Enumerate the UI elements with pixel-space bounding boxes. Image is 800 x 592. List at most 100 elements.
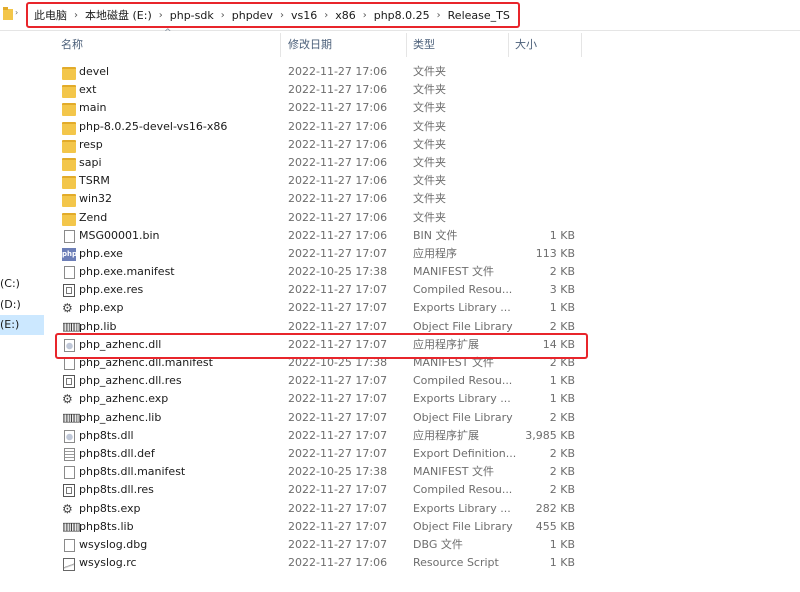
file-name: devel [79, 65, 110, 78]
breadcrumb-separator-icon[interactable]: › [324, 10, 328, 21]
breadcrumb-separator-icon[interactable]: › [363, 10, 367, 21]
file-row[interactable]: php-8.0.25-devel-vs16-x86 2022-11-27 17:0… [55, 118, 595, 136]
address-bar[interactable]: › 此电脑 › 本地磁盘 (E:) › php-sdk › phpdev › vs16 › x86 ›… [0, 0, 800, 31]
file-date: 2022-11-27 17:06 [288, 83, 388, 97]
column-header-name[interactable]: 名称 [61, 33, 83, 57]
image-file-icon [63, 558, 75, 572]
file-row[interactable]: ▥▥ php8ts.lib 2022-11-27 17:07 Object File … [55, 518, 595, 536]
file-size: 2 KB [549, 410, 575, 424]
file-row[interactable]: php8ts.dll.manifest 2022-10-25 17:38 MANIF… [55, 463, 595, 481]
exp-file-icon: ⚙ [62, 501, 73, 516]
file-date: 2022-10-25 17:38 [288, 265, 388, 279]
file-row[interactable]: php php.exe 2022-11-27 17:07 应用程序 113 KB [55, 245, 595, 263]
breadcrumb-separator-icon[interactable]: › [221, 10, 225, 21]
nav-item-drive[interactable]: (D:) [0, 295, 44, 315]
file-row[interactable]: php.exe.manifest 2022-10-25 17:38 MANIFEST… [55, 263, 595, 281]
breadcrumb-item[interactable]: 此电脑 [34, 7, 67, 23]
column-divider[interactable] [581, 33, 582, 57]
file-date: 2022-11-27 17:07 [288, 428, 388, 442]
breadcrumb-item[interactable]: phpdev [232, 9, 273, 22]
file-row[interactable]: php_azhenc.dll.res 2022-11-27 17:07 Compil… [55, 372, 595, 390]
breadcrumb-separator-icon[interactable]: › [280, 10, 284, 21]
file-name: php8ts.dll [79, 428, 134, 442]
file-row[interactable]: wsyslog.dbg 2022-11-27 17:07 DBG 文件 1 KB [55, 536, 595, 554]
file-row[interactable]: sapi 2022-11-27 17:06 文件夹 [55, 154, 595, 172]
file-name: win32 [79, 192, 113, 206]
file-type: 应用程序 [413, 246, 457, 260]
file-row[interactable]: main 2022-11-27 17:06 文件夹 [55, 99, 595, 117]
folder-icon [62, 194, 76, 208]
file-row[interactable]: php8ts.dll 2022-11-27 17:07 应用程序扩展 3,985 KB [55, 427, 595, 445]
file-row[interactable]: devel 2022-11-27 17:06 文件夹 [55, 63, 595, 81]
file-size: 113 KB [535, 246, 575, 260]
file-name: sapi [79, 155, 102, 169]
file-list: devel 2022-11-27 17:06 文件夹 ext 2022-11-27 17… [55, 63, 595, 572]
column-divider[interactable] [508, 33, 509, 57]
file-size: 3 KB [549, 283, 575, 297]
file-date: 2022-11-27 17:06 [288, 174, 388, 188]
lib-file-icon: ▥▥ [62, 519, 81, 533]
file-name: php8ts.dll.res [79, 483, 154, 497]
file-date: 2022-11-27 17:06 [288, 137, 388, 151]
file-row[interactable]: TSRM 2022-11-27 17:06 文件夹 [55, 172, 595, 190]
file-size: 3,985 KB [525, 428, 575, 442]
blank-file-icon [64, 538, 75, 552]
blank-file-icon [64, 466, 75, 480]
file-row[interactable]: wsyslog.rc 2022-11-27 17:06 Resource Scrip… [55, 554, 595, 572]
breadcrumb-item[interactable]: 本地磁盘 (E:) [85, 7, 152, 23]
breadcrumb-separator-icon[interactable]: › [437, 10, 441, 21]
file-size: 1 KB [549, 374, 575, 388]
file-size: 1 KB [549, 392, 575, 406]
file-row[interactable]: php8ts.dll.res 2022-11-27 17:07 Compiled R… [55, 481, 595, 499]
file-row[interactable]: MSG00001.bin 2022-11-27 17:06 BIN 文件 1 KB [55, 227, 595, 245]
file-type: BIN 文件 [413, 228, 458, 242]
breadcrumb-item[interactable]: vs16 [291, 9, 317, 22]
file-name: php_azhenc.dll.res [79, 374, 182, 388]
file-type: Object File Library [413, 519, 513, 533]
file-type: 文件夹 [413, 174, 446, 188]
file-row[interactable]: resp 2022-11-27 17:06 文件夹 [55, 136, 595, 154]
chevron-right-icon[interactable]: › [15, 8, 18, 17]
file-date: 2022-11-27 17:06 [288, 228, 388, 242]
column-divider[interactable] [280, 33, 281, 57]
file-name: php8ts.dll.manifest [79, 465, 186, 479]
breadcrumb-item[interactable]: php-sdk [170, 9, 214, 22]
file-date: 2022-11-27 17:06 [288, 556, 388, 570]
folder-icon [62, 139, 76, 153]
breadcrumb-separator-icon[interactable]: › [74, 10, 78, 21]
file-row[interactable]: php.exe.res 2022-11-27 17:07 Compiled Reso… [55, 281, 595, 299]
file-size: 2 KB [549, 483, 575, 497]
nav-item-drive[interactable]: (E:) [0, 315, 44, 335]
file-row[interactable]: ▥▥ php_azhenc.lib 2022-11-27 17:07 Object F… [55, 409, 595, 427]
nav-item-drive[interactable]: (C:) [0, 274, 44, 294]
file-size: 455 KB [535, 519, 575, 533]
breadcrumb-item[interactable]: Release_TS [448, 9, 510, 22]
file-row[interactable]: ext 2022-11-27 17:06 文件夹 [55, 81, 595, 99]
file-name: php.exe.manifest [79, 265, 175, 279]
column-divider[interactable] [406, 33, 407, 57]
file-row[interactable]: ⚙ php8ts.exp 2022-11-27 17:07 Exports Libra… [55, 500, 595, 518]
exp-file-icon: ⚙ [62, 392, 73, 407]
breadcrumb-item[interactable]: x86 [335, 9, 356, 22]
file-type: Compiled Resou... [413, 483, 513, 497]
res-file-icon [63, 284, 75, 298]
file-row[interactable]: ⚙ php_azhenc.exp 2022-11-27 17:07 Exports L… [55, 390, 595, 408]
file-date: 2022-11-27 17:07 [288, 392, 388, 406]
navigation-pane: (C:) (D:) (E:) [0, 30, 46, 592]
file-row[interactable]: win32 2022-11-27 17:06 文件夹 [55, 190, 595, 208]
breadcrumb-separator-icon[interactable]: › [159, 10, 163, 21]
breadcrumb-item[interactable]: php8.0.25 [374, 9, 430, 22]
column-header-size[interactable]: 大小 [515, 33, 537, 57]
highlight-box [55, 333, 588, 359]
column-header-date[interactable]: 修改日期 [288, 33, 332, 57]
column-header-type[interactable]: 类型 [413, 33, 435, 57]
file-type: 文件夹 [413, 83, 446, 97]
file-row[interactable]: php8ts.dll.def 2022-11-27 17:07 Export Def… [55, 445, 595, 463]
file-row[interactable]: ⚙ php.exp 2022-11-27 17:07 Exports Library … [55, 299, 595, 317]
file-size: 1 KB [549, 301, 575, 315]
res-file-icon [63, 375, 75, 389]
file-type: Object File Library [413, 410, 513, 424]
folder-icon [62, 176, 76, 190]
file-row[interactable]: Zend 2022-11-27 17:06 文件夹 [55, 209, 595, 227]
folder-icon [62, 157, 76, 171]
